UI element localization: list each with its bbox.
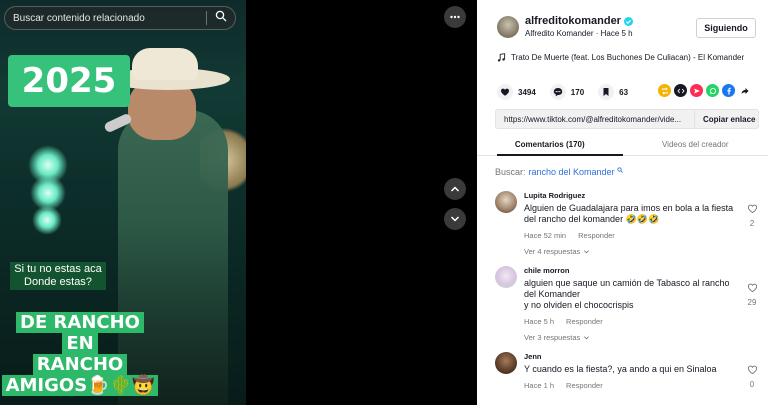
like-count: 3494 [518,87,536,97]
verified-badge-icon [623,16,633,26]
music-title: Trato De Muerte (feat. Los Buchones De C… [511,53,745,62]
share-options [655,84,751,97]
author-avatar[interactable] [497,15,519,38]
details-panel: alfreditokomander Alfredito Komander · H… [477,0,768,405]
view-replies-button[interactable]: Ver 3 respuestas [524,333,739,342]
save-stat[interactable]: 63 [598,84,628,100]
like-stat[interactable]: 3494 [497,84,536,100]
comment-meta: Hace 5 h Responder [524,317,739,326]
view-replies-button[interactable]: Ver 4 respuestas [524,247,739,256]
comment-count: 170 [570,87,585,97]
commenter-name[interactable]: Jenn [524,352,739,361]
commenter-name[interactable]: Lupita Rodriguez [524,191,739,200]
previous-video-button[interactable] [444,178,466,200]
chevron-down-icon [450,216,460,222]
video-column: Buscar contenido relacionado 2025 Si tu … [0,0,477,405]
comment-meta: Hace 52 min Responder [524,231,739,240]
comment-like-count: 29 [747,298,757,307]
whatsapp-icon[interactable] [706,84,719,97]
chevron-down-icon [584,336,590,340]
hat-crown [132,48,198,80]
related-search-placeholder: Buscar contenido relacionado [13,12,145,24]
heart-icon [497,84,513,100]
bookmark-icon [598,84,615,100]
engagement-stats: 3494 170 63 [497,84,642,100]
caption-line: AMIGOS🍺🌵🤠 [1,375,159,396]
chevron-up-icon [450,186,460,192]
music-info[interactable]: Trato De Muerte (feat. Los Buchones De C… [497,53,744,62]
music-note-icon [497,53,506,62]
copy-link-button[interactable]: Copiar enlace [694,110,755,128]
repost-icon[interactable] [658,84,671,97]
panel-tabs: Comentarios (170) Videos del creador [477,136,768,156]
author-subtitle: Alfredito Komander · Hace 5 h [525,29,633,38]
more-options-button[interactable] [444,6,466,28]
main-caption: DE RANCHO EN RANCHO AMIGOS🍺🌵🤠 [1,312,159,396]
comment-search-suggestion[interactable]: Buscar: rancho del Komander [495,167,623,177]
comment-item: Lupita Rodriguez Alguien de Guadalajara … [495,191,759,261]
search-icon [617,167,623,173]
comment-item: Jenn Y cuando es la fiesta?, ya ando a q… [495,352,759,402]
reply-button[interactable]: Responder [566,381,603,390]
author-info: alfreditokomander Alfredito Komander · H… [497,15,633,38]
chevron-down-icon [584,250,590,254]
heart-outline-icon [747,365,757,375]
video-link-box: https://www.tiktok.com/@alfreditokomande… [495,109,759,129]
comment-search-term[interactable]: rancho del Komander [529,167,615,177]
related-search-box[interactable]: Buscar contenido relacionado [4,6,236,30]
video-player[interactable]: Buscar contenido relacionado 2025 Si tu … [0,0,246,405]
comment-stat[interactable]: 170 [549,84,585,100]
reply-button[interactable]: Responder [578,231,615,240]
comment-time: Hace 5 h [524,317,555,326]
caption-line: DE RANCHO [16,312,144,333]
comment-like-count: 2 [749,219,755,228]
next-video-button[interactable] [444,208,466,230]
send-icon[interactable] [690,84,703,97]
commenter-name[interactable]: chile morron [524,266,739,275]
comment-time: Hace 1 h [524,381,555,390]
comment-text: Alguien de Guadalajara para imos en bola… [524,203,734,224]
following-button[interactable]: Siguiendo [696,18,756,38]
comment-text: alguien que saque un camión de Tabasco a… [524,278,730,310]
tiktok-video-page: Buscar contenido relacionado 2025 Si tu … [0,0,768,405]
comment-like-button[interactable]: 2 [745,201,759,228]
heart-outline-icon [747,204,757,214]
view-replies-label: Ver 3 respuestas [524,333,581,342]
reply-button[interactable]: Responder [566,317,603,326]
embed-icon[interactable] [674,84,687,97]
author-username[interactable]: alfreditokomander [525,15,621,27]
year-badge: 2025 [8,55,130,107]
commenter-avatar[interactable] [495,352,517,374]
search-divider [206,11,207,25]
facebook-icon[interactable] [722,84,735,97]
comment-like-button[interactable]: 0 [745,362,759,389]
question-caption: Si tu no estas aca Donde estas? [10,262,106,290]
comment-time: Hace 52 min [524,231,567,240]
view-replies-label: Ver 4 respuestas [524,247,581,256]
comment-item: chile morron alguien que saque un camión… [495,266,759,346]
save-count: 63 [619,87,629,97]
comment-meta: Hace 1 h Responder [524,381,739,390]
tab-comments[interactable]: Comentarios (170) [477,136,623,156]
video-url[interactable]: https://www.tiktok.com/@alfreditokomande… [496,115,694,124]
comment-search-prefix: Buscar: [495,167,526,177]
comment-text: Y cuando es la fiesta?, ya ando a qui en… [524,364,717,374]
share-arrow-icon[interactable] [738,84,751,97]
commenter-avatar[interactable] [495,266,517,288]
comment-like-button[interactable]: 29 [745,280,759,307]
tab-creator-videos[interactable]: Videos del creador [623,136,768,155]
stage-light [32,205,62,235]
comment-like-count: 0 [749,380,755,389]
more-dots-icon [450,15,460,19]
comment-icon [549,84,566,100]
search-icon[interactable] [215,9,227,27]
heart-outline-icon [747,283,757,293]
caption-line: RANCHO [32,354,128,375]
commenter-avatar[interactable] [495,191,517,213]
caption-line: EN [62,333,98,354]
